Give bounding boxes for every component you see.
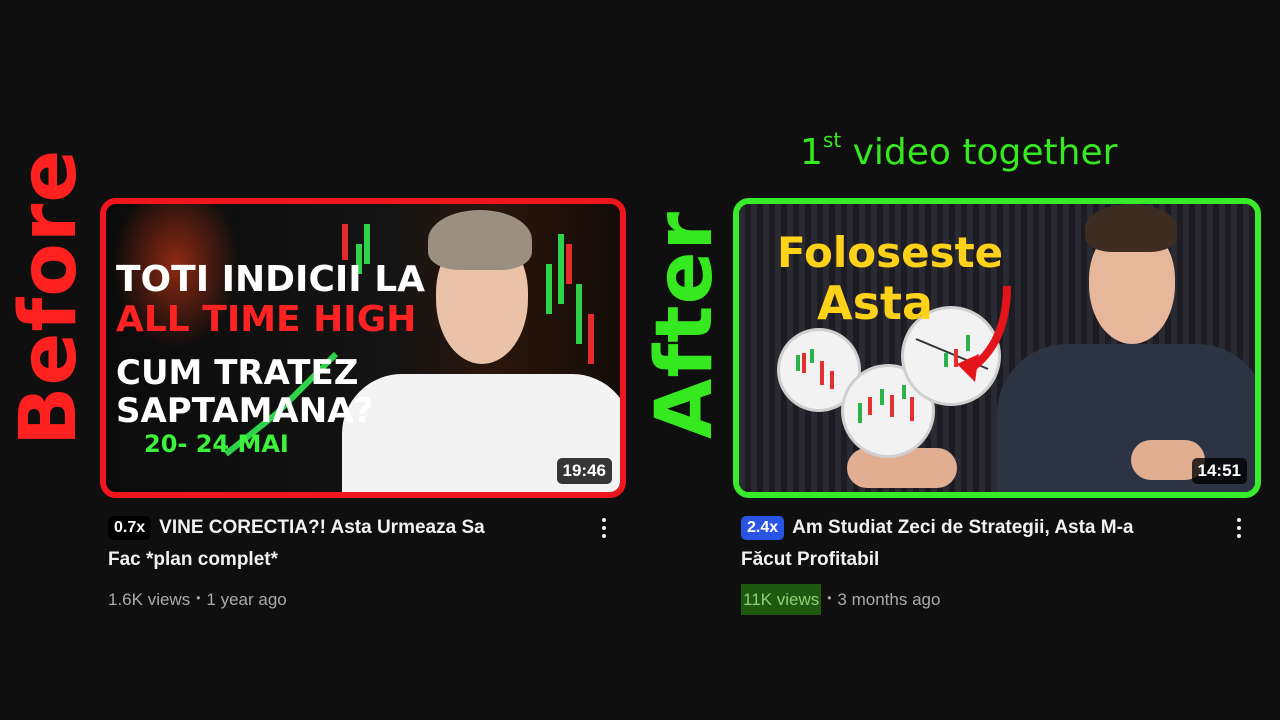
thumbnail-text-3: CUM TRATEZ	[116, 353, 359, 393]
video-meta: 2.4x Am Studiat Zeci de Strategii, Asta M…	[733, 512, 1261, 615]
title-line-2[interactable]: Făcut Profitabil	[741, 544, 1221, 576]
thumbnail-text-5: 20- 24 MAI	[144, 430, 289, 458]
thumbnail-frame[interactable]: TOTI INDICII LA ALL TIME HIGH CUM TRATEZ…	[100, 198, 626, 498]
headline-number: 1	[800, 132, 823, 173]
view-count: 1.6K views	[108, 590, 191, 609]
video-title[interactable]: 0.7x VINE CORECTIA?! Asta Urmeaza Sa	[108, 512, 586, 544]
thumbnail-text-1: TOTI INDICII LA	[116, 259, 425, 300]
view-count: 11K views	[741, 584, 822, 615]
video-card-before[interactable]: TOTI INDICII LA ALL TIME HIGH CUM TRATEZ…	[100, 198, 626, 610]
title-line-1: VINE CORECTIA?! Asta Urmeaza Sa	[159, 517, 485, 538]
thumbnail[interactable]: TOTI INDICII LA ALL TIME HIGH CUM TRATEZ…	[106, 204, 620, 492]
title-line-1: Am Studiat Zeci de Strategii, Asta M-a	[792, 517, 1134, 538]
performance-badge: 2.4x	[741, 516, 785, 540]
headline-ordinal: st	[822, 128, 842, 152]
thumbnail[interactable]: Foloseste Asta 14:51	[739, 204, 1255, 492]
thumbnail-text-2: ALL TIME HIGH	[116, 299, 417, 340]
video-stats: 1.6K views • 1 year ago	[108, 590, 586, 610]
more-vert-icon[interactable]	[598, 512, 610, 544]
upload-age: 1 year ago	[206, 590, 287, 609]
video-stats: 11K views • 3 months ago	[741, 584, 1221, 615]
video-title[interactable]: 2.4x Am Studiat Zeci de Strategii, Asta M…	[741, 512, 1221, 544]
separator-dot: •	[827, 591, 832, 605]
person-hair	[428, 210, 532, 270]
video-card-after[interactable]: Foloseste Asta 14:51 2.4x Am Studiat Zeci…	[733, 198, 1261, 615]
more-vert-icon[interactable]	[1233, 512, 1245, 544]
separator-dot: •	[196, 591, 201, 605]
headline: 1st video together	[800, 128, 1200, 173]
thumbnail-frame[interactable]: Foloseste Asta 14:51	[733, 198, 1261, 498]
headline-text: video together	[852, 132, 1118, 173]
before-label: Before	[4, 148, 94, 446]
upload-age: 3 months ago	[837, 590, 941, 609]
video-meta: 0.7x VINE CORECTIA?! Asta Urmeaza Sa Fac …	[100, 512, 626, 610]
thumbnail-text-4: SAPTAMANA?	[116, 391, 374, 431]
comparison-page: Before After 1st video together TOTI IND…	[0, 0, 1280, 720]
after-label: After	[640, 211, 730, 439]
thumbnail-text-1: Foloseste	[777, 228, 1004, 277]
duration-badge: 19:46	[556, 458, 612, 484]
performance-badge: 0.7x	[108, 516, 152, 540]
title-line-2[interactable]: Fac *plan complet*	[108, 544, 586, 576]
thumbnail-text-2: Asta	[817, 276, 934, 330]
duration-badge: 14:51	[1191, 458, 1247, 484]
